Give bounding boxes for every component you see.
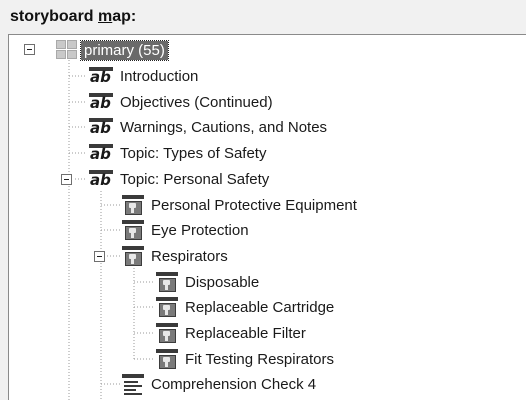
tree-item-replaceable-cartridge[interactable]: Replaceable Cartridge xyxy=(155,295,334,319)
collapse-toggle-primary[interactable] xyxy=(24,44,35,55)
knowledge-object-icon xyxy=(155,348,179,370)
tree-item-label: Topic: Types of Safety xyxy=(120,144,267,162)
tree-item-label: Replaceable Cartridge xyxy=(185,298,335,316)
text-ab-icon: ab xyxy=(88,65,114,87)
text-ab-icon: ab xyxy=(88,142,114,164)
tree-item-ppe[interactable]: Personal Protective Equipment xyxy=(121,193,357,217)
storyboard-tree[interactable]: primary (55) ab Introduction ab Objectiv… xyxy=(8,34,526,400)
tree-item-label: Comprehension Check 4 xyxy=(151,375,317,393)
tree-item-label: Eye Protection xyxy=(151,221,249,239)
tree-item-warnings[interactable]: ab Warnings, Cautions, and Notes xyxy=(88,115,327,139)
collapse-toggle-respirators[interactable] xyxy=(94,251,105,262)
tree-item-label: Personal Protective Equipment xyxy=(151,196,357,214)
knowledge-object-icon xyxy=(155,322,179,344)
label-mnemonic: m xyxy=(98,8,113,25)
knowledge-object-icon xyxy=(155,296,179,318)
knowledge-object-icon xyxy=(121,245,145,267)
tree-item-label: Introduction xyxy=(120,67,199,85)
knowledge-object-icon xyxy=(121,194,145,216)
storyboard-map-panel: storyboard map: primary (55) ab Introduc… xyxy=(0,0,526,400)
tree-item-eye-protection[interactable]: Eye Protection xyxy=(121,218,249,242)
tree-item-types-of-safety[interactable]: ab Topic: Types of Safety xyxy=(88,141,266,165)
tree-item-objectives[interactable]: ab Objectives (Continued) xyxy=(88,90,273,114)
tree-item-label: Respirators xyxy=(151,247,228,265)
tree-item-comprehension-check[interactable]: Comprehension Check 4 xyxy=(121,372,316,396)
tree-item-personal-safety[interactable]: ab Topic: Personal Safety xyxy=(88,167,269,191)
tree-item-label: Fit Testing Respirators xyxy=(185,350,334,368)
comprehension-check-icon xyxy=(121,373,145,395)
tree-item-replaceable-filter[interactable]: Replaceable Filter xyxy=(155,321,306,345)
tree-root-label: primary (55) xyxy=(80,39,169,61)
storyboard-map-label: storyboard map: xyxy=(10,8,136,26)
tree-item-fit-testing[interactable]: Fit Testing Respirators xyxy=(155,347,334,371)
text-ab-icon: ab xyxy=(88,168,114,190)
tree-item-label: Objectives (Continued) xyxy=(120,93,273,111)
text-ab-icon: ab xyxy=(88,116,114,138)
tree-item-label: Topic: Personal Safety xyxy=(120,170,270,188)
knowledge-object-icon xyxy=(155,271,179,293)
tree-item-label: Disposable xyxy=(185,273,260,291)
label-prefix: storyboard xyxy=(10,8,99,25)
label-suffix: ap: xyxy=(112,8,137,25)
tree-item-label: Warnings, Cautions, and Notes xyxy=(120,118,328,136)
tree-item-disposable[interactable]: Disposable xyxy=(155,270,259,294)
knowledge-object-icon xyxy=(121,219,145,241)
text-ab-icon: ab xyxy=(88,91,114,113)
tree-root-primary[interactable]: primary (55) xyxy=(56,38,169,62)
tree-item-label: Replaceable Filter xyxy=(185,324,306,342)
grid-icon xyxy=(56,40,78,60)
collapse-toggle-personal-safety[interactable] xyxy=(61,174,72,185)
tree-item-introduction[interactable]: ab Introduction xyxy=(88,64,198,88)
tree-item-respirators[interactable]: Respirators xyxy=(121,244,228,268)
